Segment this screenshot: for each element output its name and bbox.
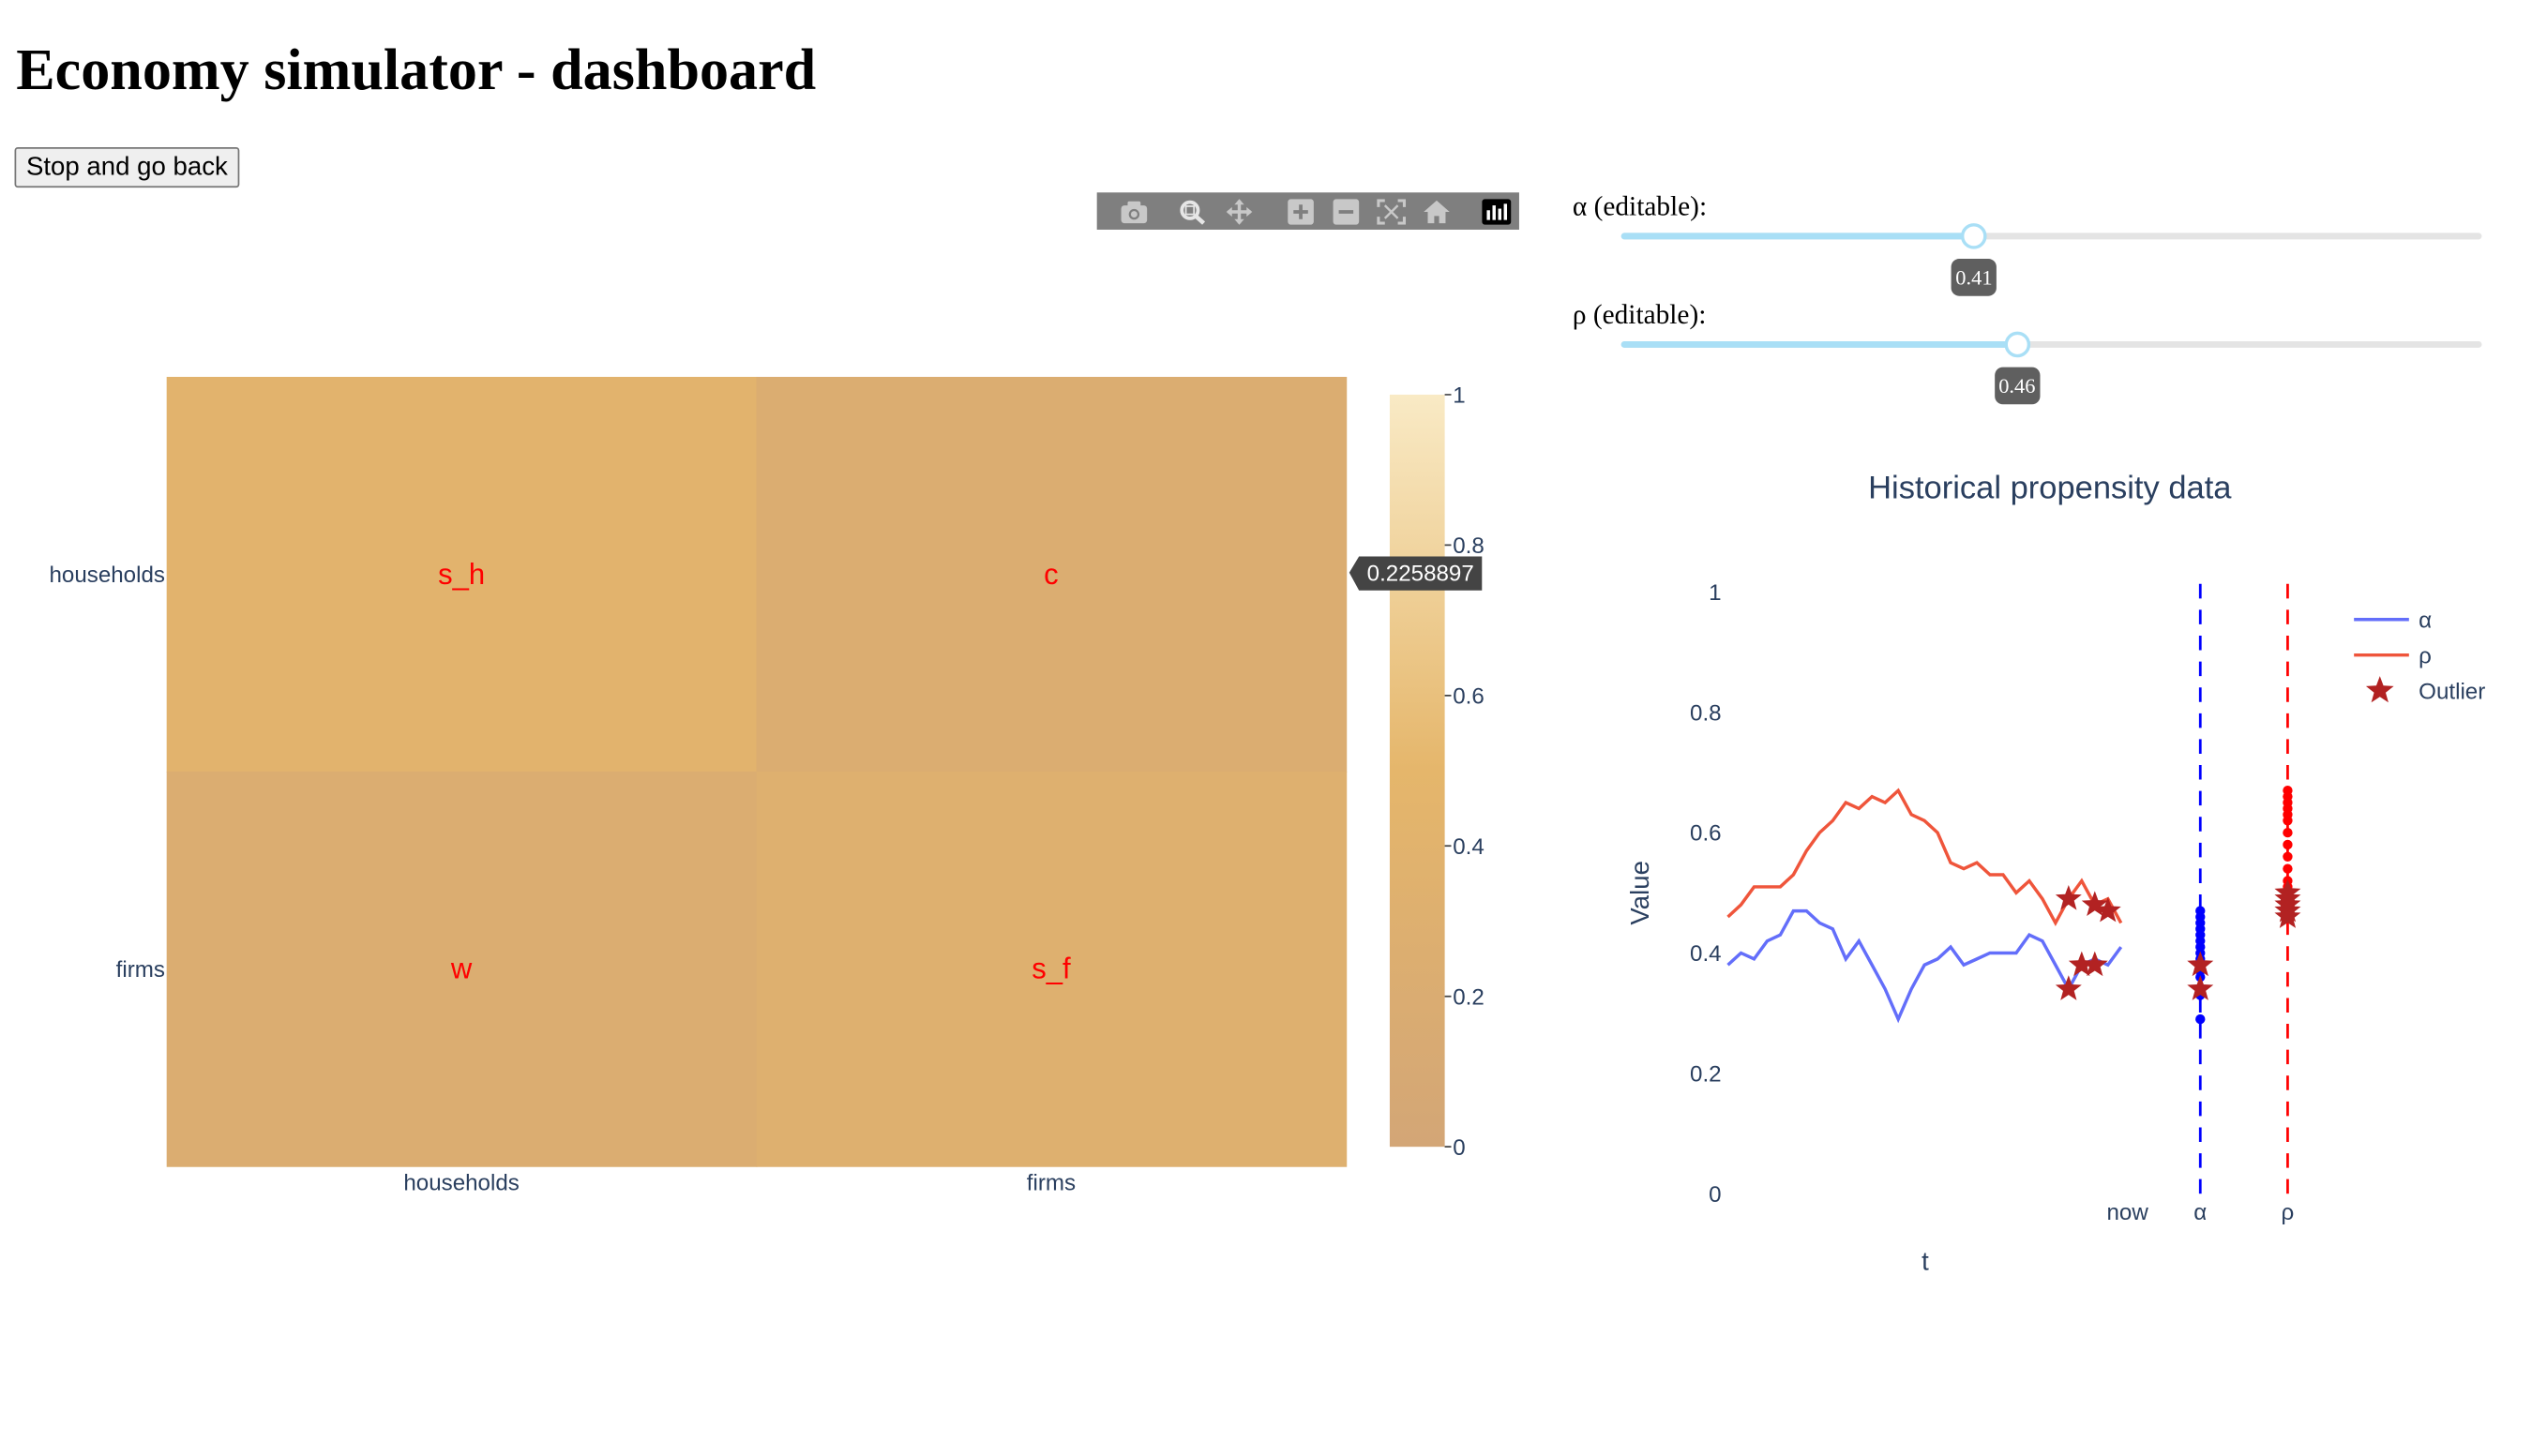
- outlier-star: [2068, 951, 2095, 977]
- distribution-point: [2195, 971, 2206, 983]
- outlier-star: [2081, 891, 2108, 916]
- hover-tooltip: 0.2258897: [1349, 556, 1483, 591]
- rho-slider[interactable]: 0.46: [1620, 331, 2482, 405]
- distribution-point: [2195, 960, 2206, 970]
- distribution-point: [2283, 888, 2293, 898]
- y-tick-label: 1: [1709, 580, 1721, 606]
- y-axis-title: Value: [1625, 861, 1654, 925]
- alpha-slider-handle[interactable]: [1961, 223, 1987, 249]
- x-tick-label: ρ: [2282, 1200, 2295, 1225]
- y-tick-label: 0: [1709, 1182, 1721, 1208]
- heatmap-cell-label: w: [450, 953, 473, 985]
- colorbar-tick-label: 0.2: [1453, 984, 1485, 1010]
- heatmap-cell-label: c: [1044, 558, 1059, 591]
- distribution-point: [2283, 816, 2293, 826]
- colorbar-tick-label: 0: [1453, 1135, 1465, 1161]
- distribution-point: [2283, 893, 2293, 904]
- distribution-point: [2283, 863, 2293, 874]
- heatmap-cell-label: s_h: [438, 558, 485, 591]
- alpha-slider-fill: [1620, 233, 1974, 240]
- x-axis-title: t: [1922, 1246, 1929, 1275]
- distribution-point: [2283, 797, 2293, 808]
- heatmap-cell-label: s_f: [1032, 953, 1071, 985]
- series-line: [1726, 908, 2123, 1024]
- y-tick-label: 0.4: [1690, 941, 1722, 967]
- heatmap-y-tick: firms: [116, 957, 165, 983]
- alpha-value-tooltip: 0.41: [1951, 259, 1997, 296]
- rho-slider-fill: [1620, 341, 2017, 348]
- heatmap-y-tick: households: [49, 563, 164, 588]
- rho-value-tooltip: 0.46: [1994, 367, 2040, 405]
- distribution-point: [2283, 851, 2293, 862]
- distribution-point: [2195, 953, 2206, 965]
- colorbar-tick-label: 0.8: [1453, 533, 1485, 559]
- distribution-point: [2195, 990, 2206, 1000]
- distribution-point: [2195, 1013, 2206, 1025]
- distribution-point: [2195, 966, 2206, 976]
- outlier-star: [2094, 896, 2121, 923]
- y-tick-label: 0.8: [1690, 700, 1722, 726]
- outlier-star: [2274, 896, 2301, 923]
- x-tick-label: now: [2106, 1200, 2148, 1225]
- distribution-point: [2283, 881, 2293, 893]
- outlier-star: [2055, 885, 2082, 910]
- y-tick-label: 0.6: [1690, 821, 1722, 847]
- colorbar: [1389, 394, 1445, 1148]
- distribution-point: [2195, 918, 2206, 928]
- distribution-point: [2283, 839, 2293, 850]
- distribution-point: [2283, 899, 2293, 910]
- legend-label[interactable]: α: [2419, 608, 2432, 633]
- distribution-point: [2195, 948, 2206, 958]
- outlier-star: [2187, 975, 2214, 1000]
- legend-label[interactable]: Outlier: [2419, 679, 2485, 704]
- distribution-point: [2195, 906, 2206, 916]
- x-tick-label: α: [2193, 1200, 2207, 1225]
- distribution-point: [2195, 936, 2206, 946]
- outlier-star: [2055, 975, 2082, 1000]
- distribution-point: [2283, 911, 2293, 923]
- heatmap-x-tick: firms: [1027, 1171, 1076, 1196]
- chart-title: Historical propensity data: [1868, 470, 2232, 505]
- distribution-point: [2283, 803, 2293, 814]
- hover-value: 0.2258897: [1367, 561, 1474, 586]
- heatmap-chart: s_h c w s_f households firms households firms 0…: [49, 376, 1485, 1196]
- series-line: [1726, 788, 2123, 927]
- y-tick-label: 0.2: [1690, 1061, 1722, 1087]
- outlier-star: [2187, 951, 2214, 977]
- outlier-star: [2081, 951, 2108, 977]
- colorbar-tick-label: 0.4: [1453, 834, 1485, 860]
- colorbar-tick-label: 1: [1453, 383, 1465, 409]
- outlier-star: [2274, 885, 2301, 910]
- distribution-point: [2195, 941, 2206, 953]
- distribution-point: [2283, 786, 2293, 796]
- distribution-point: [2195, 983, 2206, 995]
- alpha-slider-label: α (editable):: [1572, 190, 1708, 222]
- rho-slider-handle[interactable]: [2004, 331, 2030, 358]
- heatmap-x-tick: households: [403, 1171, 519, 1196]
- distribution-point: [2283, 791, 2293, 802]
- outlier-star: [2274, 891, 2301, 916]
- legend-swatch[interactable]: [2365, 676, 2394, 703]
- distribution-point: [2283, 906, 2293, 916]
- distribution-point: [2195, 923, 2206, 934]
- colorbar-tick-label: 0.6: [1453, 683, 1485, 709]
- distribution-point: [2283, 809, 2293, 820]
- outlier-star: [2274, 903, 2301, 928]
- outlier-star: [2274, 878, 2301, 905]
- distribution-point: [2195, 930, 2206, 940]
- rho-slider-label: ρ (editable):: [1572, 299, 1707, 330]
- alpha-slider[interactable]: 0.41: [1620, 223, 2482, 296]
- legend-label[interactable]: ρ: [2419, 643, 2432, 668]
- distribution-point: [2283, 827, 2293, 838]
- distribution-point: [2195, 911, 2206, 923]
- distribution-point: [2283, 876, 2293, 886]
